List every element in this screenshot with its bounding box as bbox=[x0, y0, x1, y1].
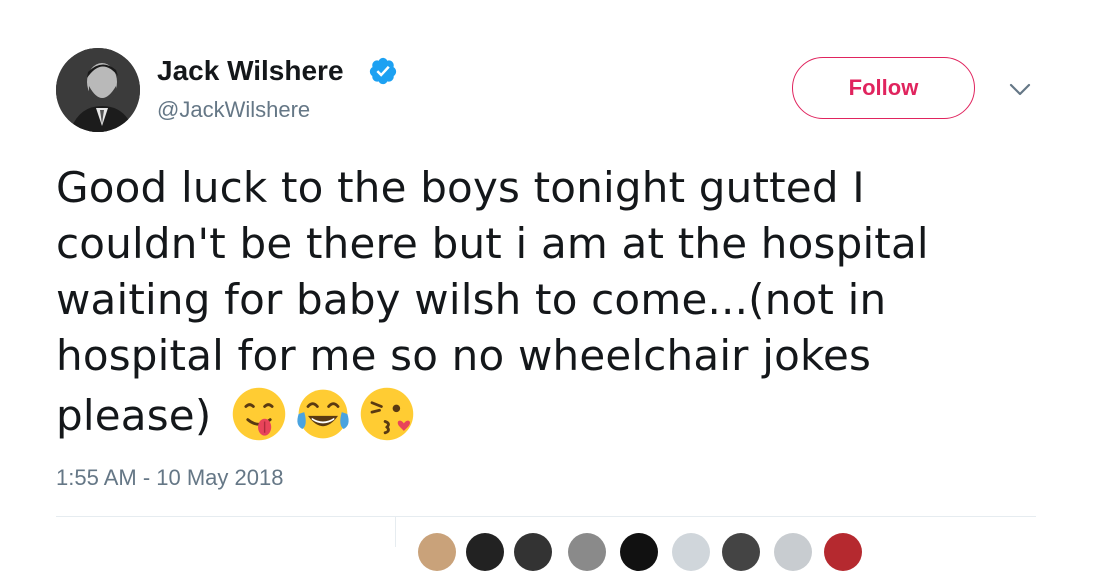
tweet-line: please) bbox=[56, 391, 212, 440]
tweet-last-line: please) bbox=[56, 384, 1056, 444]
verified-badge-icon bbox=[369, 57, 397, 85]
liker-avatar[interactable] bbox=[824, 533, 862, 571]
yum-face-emoji-icon bbox=[233, 387, 286, 441]
avatar[interactable] bbox=[56, 48, 140, 132]
tweet-timestamp[interactable]: 1:55 AM - 10 May 2018 bbox=[56, 464, 283, 492]
tweet-text: Good luck to the boys tonight gutted I c… bbox=[56, 160, 1056, 444]
liker-avatar[interactable] bbox=[672, 533, 710, 571]
chevron-down-icon[interactable] bbox=[1006, 78, 1034, 100]
liker-avatar[interactable] bbox=[620, 533, 658, 571]
liker-avatar[interactable] bbox=[722, 533, 760, 571]
tweet-line: Good luck to the boys tonight gutted I bbox=[56, 163, 865, 212]
liker-avatar[interactable] bbox=[466, 533, 504, 571]
liker-avatar[interactable] bbox=[418, 533, 456, 571]
tweet-line: waiting for baby wilsh to come...(not in bbox=[56, 275, 887, 324]
kissing-wink-emoji-icon bbox=[361, 387, 414, 441]
user-handle[interactable]: @JackWilshere bbox=[157, 96, 310, 124]
follow-button[interactable]: Follow bbox=[792, 57, 975, 119]
liker-avatar[interactable] bbox=[568, 533, 606, 571]
liker-avatar[interactable] bbox=[774, 533, 812, 571]
tears-of-joy-emoji-icon bbox=[297, 389, 350, 439]
tweet-line: couldn't be there but i am at the hospit… bbox=[56, 219, 929, 268]
tweet-line: hospital for me so no wheelchair jokes bbox=[56, 331, 872, 380]
divider bbox=[56, 516, 1036, 517]
liker-avatar[interactable] bbox=[514, 533, 552, 571]
avatar-image bbox=[56, 48, 140, 132]
user-name[interactable]: Jack Wilshere bbox=[157, 54, 344, 88]
